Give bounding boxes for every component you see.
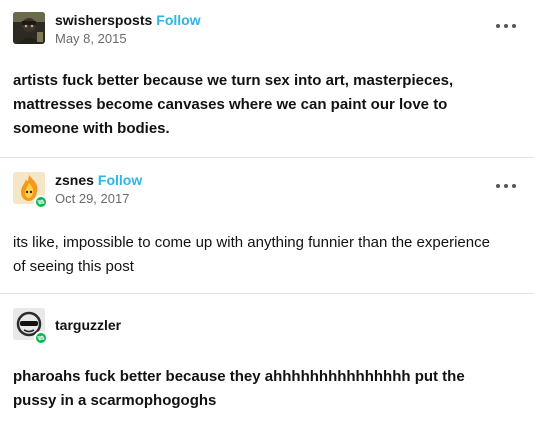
divider xyxy=(0,293,534,294)
username[interactable]: targuzzler xyxy=(55,317,121,333)
username[interactable]: swishersposts xyxy=(55,12,152,28)
post-header: zsnes Follow Oct 29, 2017 xyxy=(0,160,534,220)
post-swishersposts: swishersposts Follow May 8, 2015 artists … xyxy=(0,0,534,157)
follow-button[interactable]: Follow xyxy=(98,172,142,188)
author-line: targuzzler xyxy=(55,316,121,334)
avatar[interactable] xyxy=(13,12,45,44)
post-zsnes: zsnes Follow Oct 29, 2017 its like, impos… xyxy=(0,160,534,293)
post-header: targuzzler xyxy=(0,296,534,356)
avatar-photo-icon xyxy=(13,12,45,44)
reblog-thread: swishersposts Follow May 8, 2015 artists … xyxy=(0,0,534,424)
divider xyxy=(0,157,534,158)
author-line: zsnes Follow xyxy=(55,171,142,189)
post-text: pharoahs fuck better because they ahhhhh… xyxy=(13,368,465,409)
post-targuzzler: targuzzler pharoahs fuck better because … xyxy=(0,296,534,424)
more-horizontal-icon[interactable] xyxy=(496,182,516,190)
post-date[interactable]: May 8, 2015 xyxy=(55,31,127,47)
reblog-icon xyxy=(34,195,48,209)
follow-button[interactable]: Follow xyxy=(156,12,200,28)
reblog-icon xyxy=(34,331,48,345)
post-date[interactable]: Oct 29, 2017 xyxy=(55,191,129,207)
post-text: its like, impossible to come up with any… xyxy=(13,234,490,275)
post-text: artists fuck better because we turn sex … xyxy=(13,72,454,137)
username[interactable]: zsnes xyxy=(55,172,94,188)
post-header: swishersposts Follow May 8, 2015 xyxy=(0,0,534,60)
more-horizontal-icon[interactable] xyxy=(496,22,516,30)
author-line: swishersposts Follow xyxy=(55,11,201,29)
